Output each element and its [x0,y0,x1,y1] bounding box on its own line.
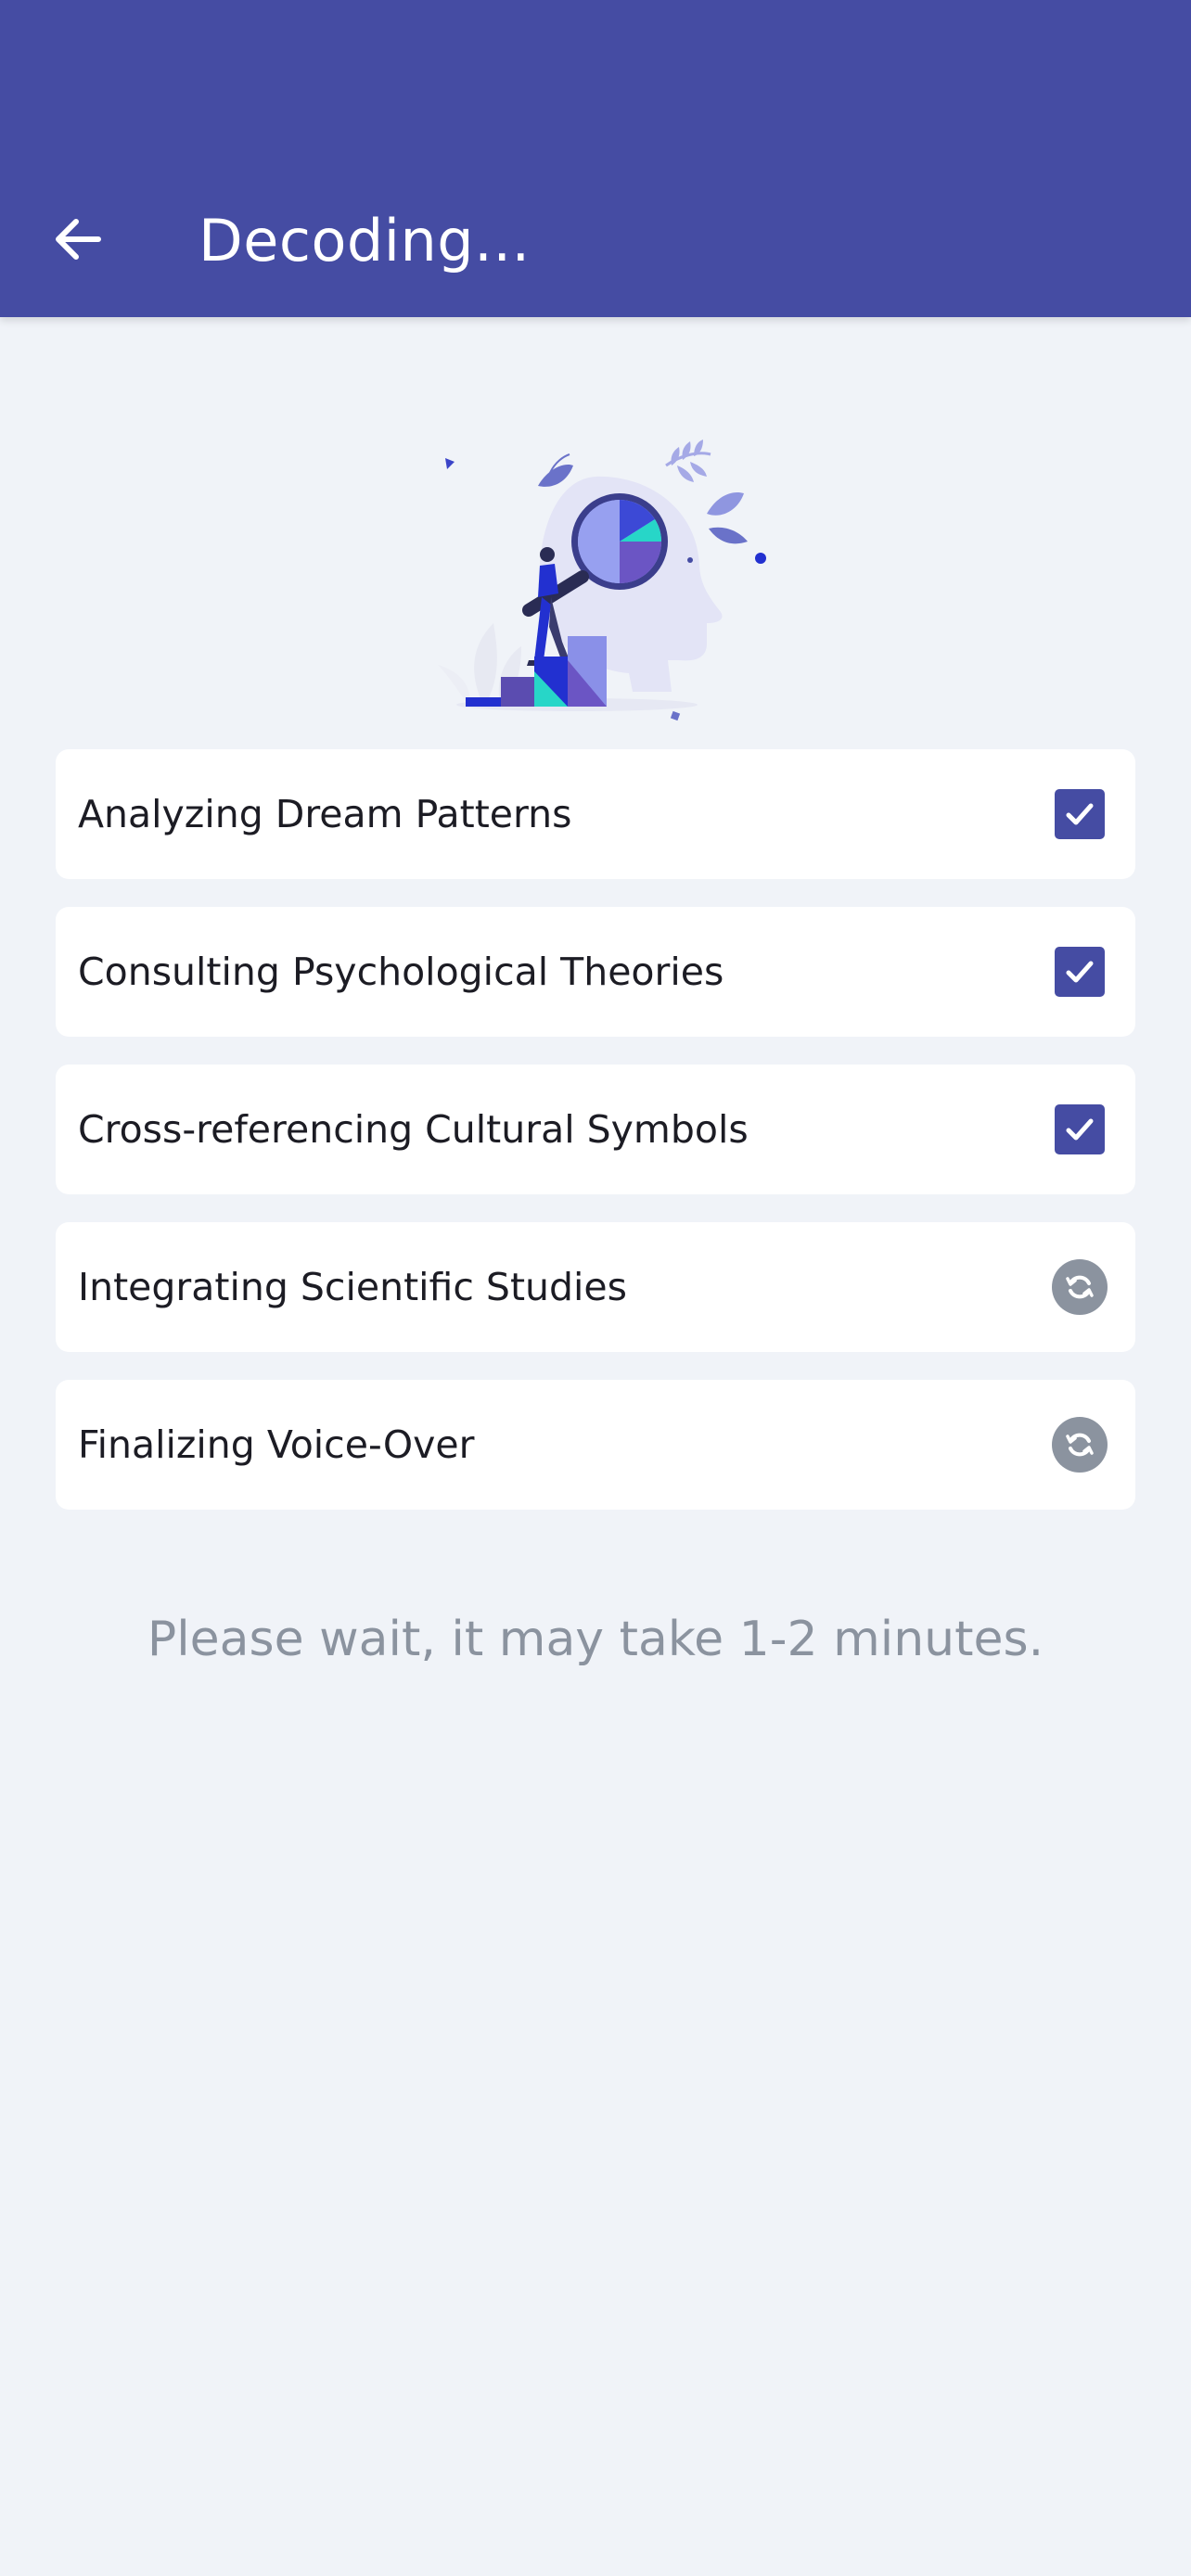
step-status [1052,1259,1108,1315]
checkbox-checked-icon [1055,789,1105,839]
checkbox-checked-icon [1055,1104,1105,1154]
wait-message: Please wait, it may take 1-2 minutes. [147,1612,1044,1667]
step-label: Finalizing Voice-Over [78,1422,475,1467]
step-item-analyzing-dream-patterns: Analyzing Dream Patterns [56,749,1135,879]
step-label: Integrating Scientific Studies [78,1265,628,1309]
step-label: Cross-referencing Cultural Symbols [78,1107,749,1152]
sync-icon [1052,1417,1108,1473]
step-label: Analyzing Dream Patterns [78,792,572,836]
step-label: Consulting Psychological Theories [78,950,724,994]
step-status [1052,944,1108,1000]
dream-analysis-illustration [438,440,766,721]
progress-steps-list: Analyzing Dream Patterns Consulting Psyc… [56,749,1135,1537]
step-status [1052,1417,1108,1473]
arrow-left-icon [56,219,101,260]
page-title: Decoding... [198,207,531,274]
app-bar: Decoding... [0,0,1191,317]
back-button[interactable] [33,195,122,284]
step-status [1052,1102,1108,1157]
step-item-consulting-psychological-theories: Consulting Psychological Theories [56,907,1135,1037]
sync-icon [1052,1259,1108,1315]
step-item-integrating-scientific-studies: Integrating Scientific Studies [56,1222,1135,1352]
checkbox-checked-icon [1055,947,1105,997]
step-status [1052,786,1108,842]
step-item-finalizing-voice-over: Finalizing Voice-Over [56,1380,1135,1510]
step-item-cross-referencing-cultural-symbols: Cross-referencing Cultural Symbols [56,1065,1135,1194]
